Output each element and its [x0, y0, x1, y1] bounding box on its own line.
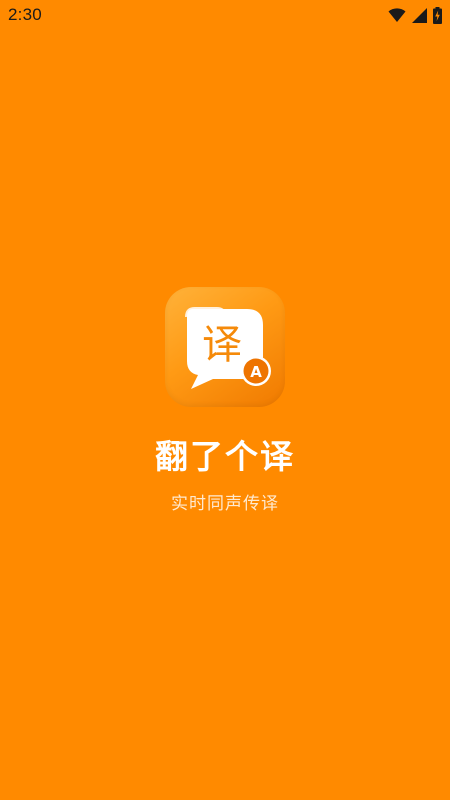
wifi-icon [388, 7, 406, 23]
icon-badge-letter: A [250, 363, 262, 381]
status-bar: 2:30 [0, 0, 450, 30]
app-slogan: 实时同声传译 [171, 494, 279, 514]
battery-icon [433, 6, 442, 24]
app-logo-icon: 译 A [165, 287, 285, 407]
app-name: 翻了个译 [155, 437, 295, 476]
cell-signal-icon [412, 7, 427, 23]
status-time: 2:30 [8, 5, 42, 24]
icon-glyph: 译 [202, 322, 242, 368]
status-icons [388, 6, 442, 24]
